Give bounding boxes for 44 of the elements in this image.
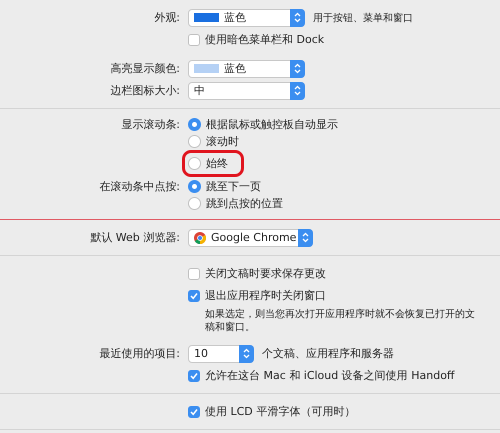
radio-button[interactable]	[188, 135, 201, 148]
radio-option[interactable]: 始终	[188, 156, 238, 171]
setting-hint: 个文稿、应用程序和服务器	[262, 346, 394, 361]
checkbox[interactable]	[188, 268, 200, 280]
radio-option[interactable]: 跳至下一页	[188, 179, 261, 194]
setting-label: 外观:	[153, 10, 180, 25]
popup-menu[interactable]: 中	[188, 82, 305, 100]
radio-label: 跳至下一页	[206, 179, 261, 194]
checkbox-label: 使用 LCD 平滑字体（可用时）	[205, 404, 356, 419]
stepper-icon	[243, 348, 250, 359]
radio-button[interactable]	[188, 118, 201, 131]
checkbox-label: 使用暗色菜单栏和 Dock	[205, 32, 324, 47]
checkbox-label: 退出应用程序时关闭窗口	[205, 288, 326, 303]
radio-label: 始终	[206, 156, 228, 171]
checkbox-label: 允许在这台 Mac 和 iCloud 设备之间使用 Handoff	[205, 368, 455, 383]
setting-label: 显示滚动条:	[120, 117, 180, 132]
radio-button[interactable]	[188, 197, 201, 210]
radio-option[interactable]: 滚动时	[188, 134, 239, 149]
radio-label: 跳到点按的位置	[206, 196, 283, 211]
setting-label: 边栏图标大小:	[109, 83, 180, 98]
setting-label: 默认 Web 浏览器:	[89, 230, 180, 245]
stepper-icon	[294, 85, 301, 96]
radio-label: 滚动时	[206, 134, 239, 149]
popup-menu[interactable]: 蓝色	[188, 60, 305, 78]
popup-menu[interactable]: Google Chrome	[188, 228, 313, 246]
stepper-icon	[294, 12, 301, 23]
checkbox[interactable]	[188, 370, 200, 382]
radio-button[interactable]	[188, 157, 201, 170]
setting-label: 在滚动条中点按:	[98, 179, 180, 194]
setting-label: 高亮显示颜色:	[109, 61, 180, 76]
radio-option[interactable]: 跳到点按的位置	[188, 196, 283, 211]
popup-menu[interactable]: 10	[188, 344, 254, 362]
stepper-icon	[302, 232, 309, 243]
checkbox-label: 关闭文稿时要求保存更改	[205, 266, 326, 281]
setting-hint: 用于按钮、菜单和窗口	[313, 12, 413, 24]
stepper-icon	[294, 63, 301, 74]
setting-label: 最近使用的项目:	[98, 346, 180, 361]
browser-logo-icon	[194, 232, 206, 244]
checkbox[interactable]	[188, 34, 200, 46]
checkbox[interactable]	[188, 406, 200, 418]
help-text: 如果选定，则当您再次打开应用程序时就不会恢复已打开的文稿和窗口。	[204, 308, 475, 334]
popup-menu[interactable]: 蓝色	[188, 8, 305, 26]
radio-button[interactable]	[188, 180, 201, 193]
checkbox[interactable]	[188, 290, 200, 302]
